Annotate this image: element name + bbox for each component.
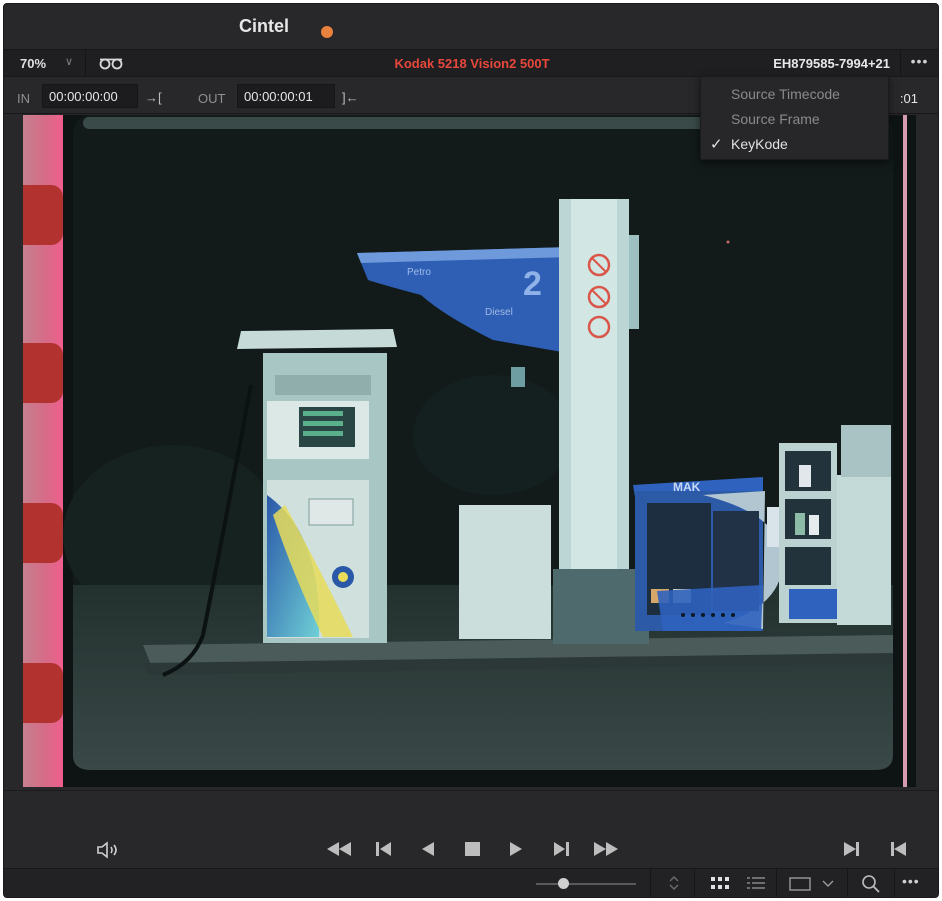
film-scan-viewer[interactable]: 2 Petro Diesel MAK <box>23 115 916 787</box>
jog-backward-icon[interactable] <box>327 842 351 856</box>
play-reverse-icon[interactable] <box>422 842 434 856</box>
status-indicator-dot <box>321 26 333 38</box>
next-frame-icon[interactable] <box>553 842 569 856</box>
in-label: IN <box>17 91 30 106</box>
film-frame-image: 2 Petro Diesel MAK <box>23 115 907 787</box>
go-to-last-frame-icon[interactable] <box>844 842 860 856</box>
window-title: Cintel <box>239 16 290 36</box>
grid-view-icon[interactable] <box>711 877 729 890</box>
viewer-toolbar: 70% ∨ Kodak 5218 Vision2 500T EH879585-7… <box>4 49 938 77</box>
previous-frame-icon[interactable] <box>376 842 392 856</box>
transport-controls <box>4 790 938 870</box>
menu-item-keykode[interactable]: ✓ KeyKode <box>701 132 888 157</box>
list-view-icon[interactable] <box>747 877 765 890</box>
keycode-readout[interactable]: EH879585-7994+21 <box>773 56 890 71</box>
checkmark-icon: ✓ <box>710 136 723 153</box>
chevron-down-icon[interactable] <box>822 880 834 888</box>
storage-box <box>459 505 551 639</box>
title-bar: Cintel <box>4 4 938 49</box>
play-icon[interactable] <box>510 842 522 856</box>
stop-icon[interactable] <box>465 842 480 856</box>
more-options-button[interactable]: ••• <box>902 873 920 889</box>
menu-item-label: Source Timecode <box>731 86 840 102</box>
svg-text:Diesel: Diesel <box>485 307 513 318</box>
jog-forward-icon[interactable] <box>594 842 618 856</box>
tape-reel-icon[interactable] <box>96 56 126 72</box>
viewer-size-icon[interactable] <box>789 877 811 891</box>
cintel-viewer-window: Cintel 70% ∨ Kodak 5218 Vision2 500T EH8… <box>3 3 939 898</box>
go-to-out-icon[interactable]: ]← <box>342 90 359 105</box>
zoom-slider[interactable] <box>536 869 636 897</box>
go-to-in-icon[interactable]: →[ <box>145 90 162 105</box>
search-icon[interactable] <box>861 874 881 894</box>
zoom-slider-track <box>536 883 636 885</box>
timecode-readout-tail: :01 <box>899 91 918 106</box>
more-options-button[interactable]: ••• <box>900 50 938 77</box>
in-timecode-field[interactable]: 00:00:00:00 <box>42 84 138 108</box>
sort-order-icon[interactable] <box>667 874 681 892</box>
menu-item-label: KeyKode <box>731 136 788 152</box>
out-label: OUT <box>198 91 226 106</box>
go-to-first-frame-icon[interactable] <box>890 842 906 856</box>
zoom-dropdown[interactable]: 70% ∨ <box>4 50 86 77</box>
viewer-bottom-bar: ••• <box>4 868 938 897</box>
chevron-down-icon: ∨ <box>65 56 74 68</box>
svg-text:Petro: Petro <box>407 267 431 278</box>
volume-icon[interactable] <box>96 841 122 859</box>
svg-text:2: 2 <box>523 265 542 303</box>
film-stock-label: Kodak 5218 Vision2 500T <box>394 56 550 71</box>
menu-item-source-timecode[interactable]: Source Timecode <box>701 82 888 107</box>
out-timecode-field[interactable]: 00:00:00:01 <box>237 84 335 108</box>
menu-item-label: Source Frame <box>731 111 820 127</box>
timecode-display-menu: Source Timecode Source Frame ✓ KeyKode <box>700 76 889 160</box>
zoom-value: 70% <box>20 56 47 71</box>
menu-item-source-frame[interactable]: Source Frame <box>701 107 888 132</box>
zoom-slider-handle[interactable] <box>558 878 570 889</box>
